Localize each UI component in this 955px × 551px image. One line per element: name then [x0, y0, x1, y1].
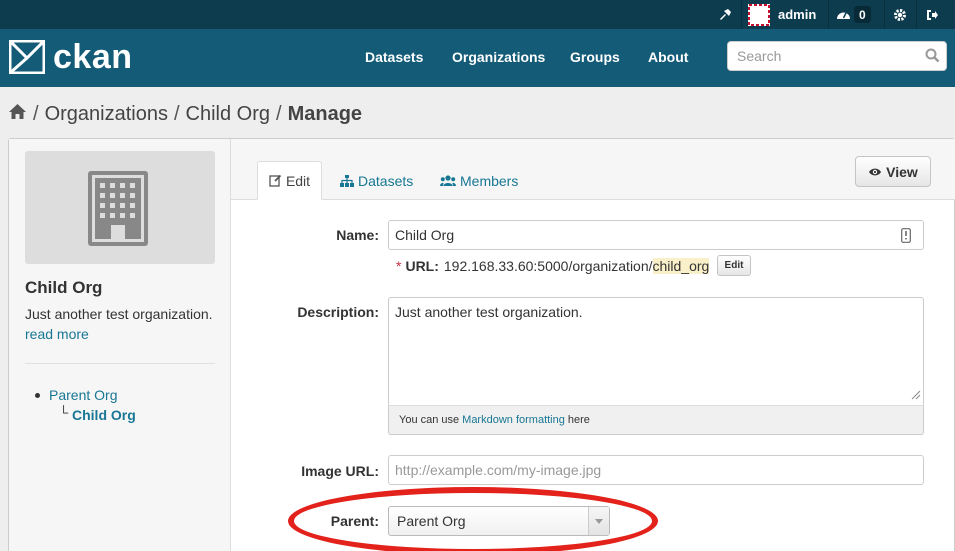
org-description: Just another test organization. [25, 306, 213, 322]
ckan-logo-icon [9, 40, 45, 74]
nav-organizations[interactable]: Organizations [452, 48, 545, 66]
hierarchy-child-link[interactable]: Child Org [72, 407, 136, 423]
logout-icon[interactable] [926, 0, 939, 29]
slug-preview-icon [901, 228, 911, 246]
view-button-label: View [886, 163, 918, 180]
dashboard-count-badge: 0 [854, 6, 871, 23]
org-image[interactable] [25, 151, 215, 264]
page-header: Edit Datasets Members View [231, 139, 955, 200]
account-masthead: admin 0 [0, 0, 955, 29]
tab-datasets[interactable]: Datasets [340, 161, 413, 200]
description-field-wrapper: Just another test organization. [388, 297, 924, 406]
markdown-formatting-link[interactable]: Markdown formatting [462, 414, 565, 426]
breadcrumb-separator: / [173, 103, 180, 125]
username-link[interactable]: admin [778, 0, 816, 29]
search-icon[interactable] [925, 48, 940, 66]
nav-about[interactable]: About [648, 48, 688, 66]
eye-icon [869, 168, 882, 175]
url-edit-button[interactable]: Edit [717, 255, 751, 276]
url-prefix: 192.168.33.60:5000/organization/ [443, 258, 653, 274]
divider [25, 363, 215, 364]
breadcrumb-organizations[interactable]: Organizations [45, 102, 168, 126]
search-form [727, 41, 947, 71]
group-icon [440, 174, 456, 186]
org-name: Child Org [25, 278, 103, 297]
sitemap-icon [340, 174, 354, 187]
name-label: Name: [336, 227, 379, 243]
logo-text: ckan [53, 38, 133, 76]
home-icon[interactable] [8, 102, 27, 126]
sidebar: Child Org Just another test organization… [9, 139, 231, 551]
building-icon [88, 171, 148, 246]
tab-datasets-label: Datasets [358, 172, 414, 189]
nav-groups[interactable]: Groups [570, 48, 620, 66]
dropdown-toggle[interactable] [588, 507, 609, 535]
breadcrumb-separator: / [33, 103, 39, 125]
resize-handle-icon[interactable] [910, 387, 921, 403]
parent-label: Parent: [330, 513, 379, 529]
parent-select[interactable]: Parent Org [388, 506, 610, 536]
main-content: Edit Datasets Members View Name: * [231, 139, 955, 551]
tab-members[interactable]: Members [440, 161, 518, 200]
search-input[interactable] [728, 42, 918, 70]
name-input[interactable] [389, 221, 923, 249]
user-avatar[interactable] [748, 0, 770, 29]
bullet-icon [35, 393, 40, 398]
gear-icon[interactable] [893, 0, 907, 29]
breadcrumb-child-org[interactable]: Child Org [186, 102, 270, 126]
content-wrapper: Child Org Just another test organization… [8, 138, 955, 551]
url-label: URL: [405, 258, 439, 274]
hierarchy-parent-link[interactable]: Parent Org [49, 387, 117, 403]
image-url-label: Image URL: [301, 463, 379, 479]
tab-edit[interactable]: Edit [257, 161, 322, 200]
image-url-field-wrapper [388, 455, 924, 485]
tab-members-label: Members [460, 172, 519, 189]
breadcrumb-separator: / [276, 103, 282, 125]
breadcrumb: / Organizations / Child Org / Manage [8, 101, 362, 127]
breadcrumb-manage[interactable]: Manage [288, 102, 362, 126]
name-field-wrapper [388, 220, 924, 250]
view-button[interactable]: View [855, 156, 931, 187]
tree-elbow-icon: └ [59, 405, 69, 420]
nav-datasets[interactable]: Datasets [365, 48, 423, 66]
dashboard-icon[interactable] [836, 0, 851, 29]
tab-edit-label: Edit [285, 172, 311, 189]
edit-icon [269, 174, 282, 187]
ckan-logo[interactable]: ckan [9, 39, 133, 75]
read-more-link[interactable]: read more [25, 326, 89, 342]
markdown-help-suffix: here [567, 414, 590, 426]
description-label: Description: [297, 304, 379, 320]
parent-selected-value: Parent Org [397, 513, 466, 529]
url-slug: child_org [652, 258, 710, 274]
sysadmin-hammer-icon[interactable] [718, 0, 732, 29]
caret-down-icon [595, 518, 603, 524]
url-preview: * URL: 192.168.33.60:5000/organization/c… [396, 257, 710, 275]
markdown-help-prefix: You can use [399, 414, 460, 426]
description-textarea[interactable]: Just another test organization. [389, 298, 923, 405]
markdown-help: You can use Markdown formatting here [388, 405, 924, 435]
image-url-input[interactable] [389, 456, 923, 484]
masthead: ckan Datasets Organizations Groups About [0, 29, 955, 87]
required-star: * [396, 258, 402, 274]
